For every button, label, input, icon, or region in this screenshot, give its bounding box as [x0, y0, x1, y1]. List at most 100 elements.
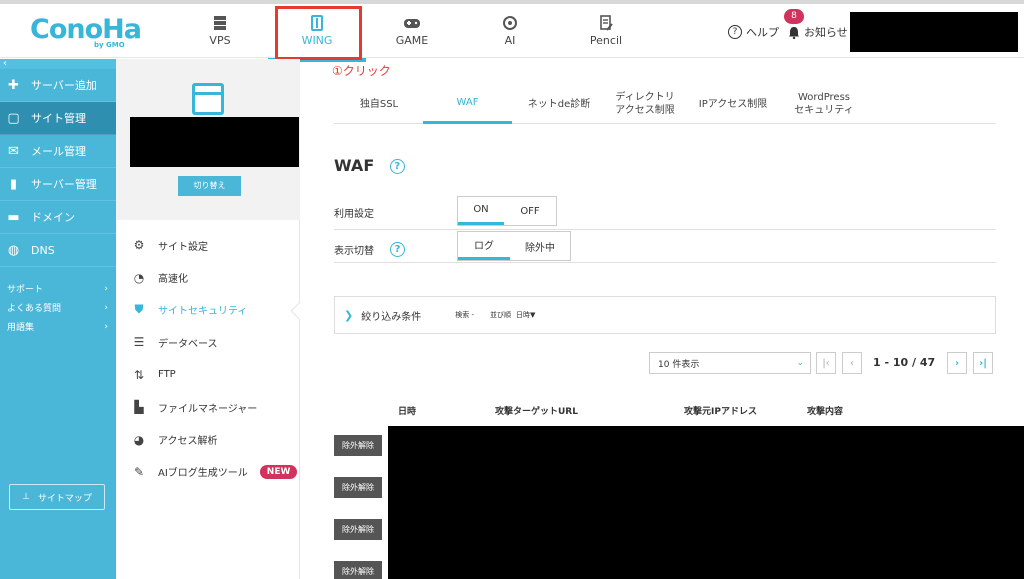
remove-exclusion-button[interactable]: 除外解除 [334, 435, 382, 456]
nav-pencil[interactable]: Pencil [586, 4, 626, 58]
first-page-button[interactable]: |‹ [816, 352, 836, 374]
tab-ssl[interactable]: 独自SSL [340, 84, 418, 124]
site-menu-label: サイト設定 [158, 241, 208, 253]
main-sidebar: ‹ ✚ サーバー追加 ▢ サイト管理 ✉ メール管理 ▮ サーバー管理 ▬ ドメ… [0, 59, 116, 579]
site-menu: ⚙ サイト設定 ◔ 高速化 ⛊ サイトセキュリティ ☰ データベース ⇅ FTP… [116, 229, 300, 488]
site-menu-file-manager[interactable]: ▙ ファイルマネージャー [116, 391, 300, 423]
logo-sub: by GMO [94, 41, 125, 49]
column-header-datetime: 日時 [398, 407, 417, 417]
divider [334, 262, 996, 263]
bell-icon [789, 26, 799, 39]
site-menu-site-security[interactable]: ⛊ サイトセキュリティ [116, 294, 300, 326]
tab-net-diagnosis[interactable]: ネットde診断 [517, 84, 601, 124]
remove-exclusion-button[interactable]: 除外解除 [334, 477, 382, 498]
nav-game[interactable]: GAME [388, 4, 436, 58]
site-menu-speedup[interactable]: ◔ 高速化 [116, 261, 300, 293]
window-icon: ▢ [7, 110, 20, 126]
site-menu-site-settings[interactable]: ⚙ サイト設定 [116, 229, 300, 261]
tab-directory-access[interactable]: ディレクトリ アクセス制限 [605, 84, 685, 124]
sitemap-icon: ⊥ [22, 492, 30, 502]
remove-exclusion-button[interactable]: 除外解除 [334, 519, 382, 540]
sidebar-item-label: DNS [31, 243, 55, 257]
prev-page-icon: ‹ [850, 357, 854, 369]
next-page-button[interactable]: › [947, 352, 967, 374]
folder-icon: ▙ [134, 400, 144, 415]
conoha-logo[interactable]: ConoHa by GMO [30, 14, 142, 50]
column-header-attack-content: 攻撃内容 [807, 407, 844, 417]
chevron-right-icon: › [104, 302, 108, 313]
tab-wordpress-security[interactable]: WordPress セキュリティ [778, 84, 870, 124]
main-content: ①クリック 独自SSL WAF ネットde診断 ディレクトリ アクセス制限 IP… [300, 59, 1024, 579]
sidebar-sub-support[interactable]: サポート › [0, 279, 116, 298]
site-menu-ai-blog[interactable]: ✎ AIブログ生成ツール NEW [116, 456, 300, 488]
chevron-down-icon: ⌄ [796, 358, 804, 368]
pencil-icon [600, 15, 613, 31]
database-icon: ☰ [133, 335, 145, 350]
sidebar-item-site-manage[interactable]: ▢ サイト管理 [0, 102, 116, 135]
view-excluded-option[interactable]: 除外中 [510, 232, 570, 260]
nav-vps[interactable]: VPS [196, 4, 244, 58]
help-link[interactable]: ? ヘルプ [728, 24, 779, 40]
filter-sort-value: 日時▼ [515, 311, 536, 319]
sidebar-collapse-button[interactable]: ‹ [0, 59, 116, 69]
sidebar-item-server-manage[interactable]: ▮ サーバー管理 [0, 168, 116, 201]
sidebar-sub-label: 用語集 [7, 323, 35, 333]
site-menu-label: ファイルマネージャー [158, 403, 258, 415]
site-menu-ftp[interactable]: ⇅ FTP [116, 359, 300, 391]
page-range: 1 - 10 / 47 [873, 356, 936, 369]
sidebar-item-dns[interactable]: ◍ DNS [0, 234, 116, 267]
site-menu-database[interactable]: ☰ データベース [116, 326, 300, 358]
nav-label: Pencil [589, 34, 623, 47]
usage-setting-label: 利用設定 [334, 209, 374, 220]
top-header: ConoHa by GMO VPS WING GAME AI Pencil ? … [0, 4, 1024, 62]
per-page-select[interactable]: 10 件表示 ⌄ [649, 352, 811, 374]
notifications-link[interactable]: お知らせ [788, 24, 848, 40]
sidebar-sub-label: サポート [7, 285, 44, 295]
highlight-box [275, 6, 362, 60]
nav-ai[interactable]: AI [490, 4, 530, 58]
globe-icon: ◍ [7, 242, 20, 258]
site-menu-label: AIブログ生成ツール [158, 468, 248, 480]
column-header-source-ip: 攻撃元IPアドレス [684, 407, 757, 417]
switch-site-button[interactable]: 切り替え [178, 176, 241, 196]
filter-bar[interactable]: ❯ 絞り込み条件 検索 - 並び順 日時▼ [334, 296, 996, 334]
security-tabs: 独自SSL WAF ネットde診断 ディレクトリ アクセス制限 IPアクセス制限… [334, 84, 996, 124]
last-page-button[interactable]: ›| [973, 352, 993, 374]
click-annotation: ①クリック [332, 64, 391, 78]
sidebar-item-server-add[interactable]: ✚ サーバー追加 [0, 69, 116, 102]
mail-icon: ✉ [8, 143, 19, 159]
remove-exclusion-button[interactable]: 除外解除 [334, 561, 382, 579]
first-page-icon: |‹ [822, 357, 830, 369]
website-icon [192, 83, 224, 115]
sidebar-sub-glossary[interactable]: 用語集 › [0, 317, 116, 336]
notification-count-badge: 8 [784, 9, 804, 24]
sitemap-label: サイトマップ [37, 493, 92, 504]
usage-off-option[interactable]: OFF [504, 197, 556, 225]
stopwatch-icon: ◔ [133, 270, 145, 285]
site-menu-access-analysis[interactable]: ◕ アクセス解析 [116, 423, 300, 455]
site-panel: 切り替え ⚙ サイト設定 ◔ 高速化 ⛊ サイトセキュリティ ☰ データベース … [116, 59, 300, 579]
gamepad-icon [404, 19, 420, 28]
site-menu-label: FTP [158, 369, 176, 381]
usage-on-option[interactable]: ON [458, 197, 504, 225]
view-switch-label: 表示切替 [334, 246, 374, 257]
next-page-icon: › [954, 357, 960, 369]
help-icon[interactable]: ? [390, 242, 405, 257]
tab-waf[interactable]: WAF [423, 84, 512, 124]
prev-page-button[interactable]: ‹ [842, 352, 862, 374]
page-title-text: WAF [334, 156, 375, 175]
sitemap-button[interactable]: ⊥ サイトマップ [9, 484, 105, 510]
sidebar-sub-faq[interactable]: よくある質問 › [0, 298, 116, 317]
redacted-log-table [388, 426, 1024, 579]
help-icon[interactable]: ? [389, 159, 405, 174]
column-header-target-url: 攻撃ターゲットURL [495, 407, 578, 417]
sidebar-item-label: サイト管理 [31, 112, 86, 125]
view-toggle: ログ 除外中 [457, 231, 571, 261]
filter-label: 絞り込み条件 [361, 311, 422, 323]
view-log-option[interactable]: ログ [458, 232, 510, 260]
domain-icon: ▬ [7, 209, 20, 225]
sidebar-item-mail-manage[interactable]: ✉ メール管理 [0, 135, 116, 168]
tab-ip-access[interactable]: IPアクセス制限 [690, 84, 776, 124]
sidebar-item-domain[interactable]: ▬ ドメイン [0, 201, 116, 234]
